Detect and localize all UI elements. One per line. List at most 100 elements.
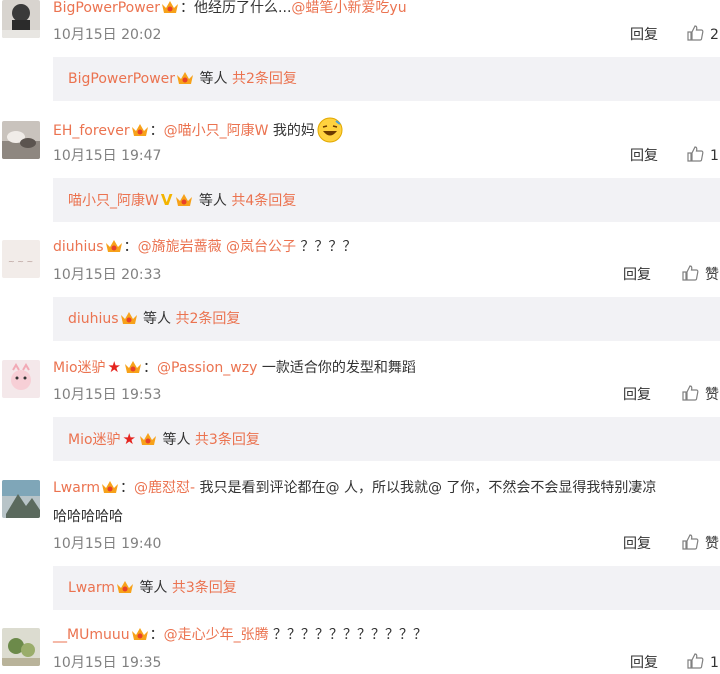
thumbs-up-icon — [682, 534, 699, 550]
sub-reply-bar[interactable]: 喵小只_阿康W V 等人 共4条回复 — [53, 178, 720, 222]
mention-link[interactable]: @喵小只_阿康W — [164, 123, 269, 139]
sub-reply-username[interactable]: 喵小只_阿康W — [68, 193, 159, 209]
avatar[interactable] — [2, 628, 40, 666]
like-button[interactable]: 1 — [686, 652, 719, 674]
reply-button[interactable]: 回复 — [630, 652, 658, 674]
like-count: 2 — [710, 27, 719, 43]
sub-reply-etc: 等人 — [198, 193, 227, 209]
vip-crown-icon — [176, 70, 194, 86]
avatar[interactable]: ~ ~ ~ — [2, 240, 40, 278]
username-link[interactable]: diuhius — [53, 239, 104, 255]
vip-crown-icon — [120, 310, 138, 326]
comment-text: diuhius ：@旖旎岩蔷薇 @岚台公子 ？？？？ — [53, 236, 720, 258]
mention-link[interactable]: @Passion_wzy — [157, 360, 257, 376]
colon: ： — [123, 239, 138, 255]
reply-button[interactable]: 回复 — [623, 533, 651, 555]
vip-crown-icon — [131, 122, 149, 138]
username-link[interactable]: BigPowerPower — [53, 0, 160, 16]
avatar[interactable] — [2, 0, 40, 38]
sub-reply-bar[interactable]: Lwarm 等人 共3条回复 — [53, 566, 720, 610]
like-button[interactable]: 1 — [686, 145, 719, 167]
like-count: 1 — [710, 148, 719, 164]
vip-crown-icon — [116, 579, 134, 595]
username-link[interactable]: __MUmuuu — [53, 627, 130, 643]
comment-body: ？？？？ — [300, 239, 357, 255]
comment-text: BigPowerPower ：他经历了什么...@蜡笔小新爱吃yu — [53, 0, 720, 19]
reply-button[interactable]: 回复 — [630, 145, 658, 167]
username-link[interactable]: Mio迷驴 — [53, 360, 106, 376]
colon: ： — [149, 627, 164, 643]
laughing-emoji-icon — [317, 117, 343, 143]
sub-reply-bar[interactable]: Mio迷驴 ★ 等人 共3条回复 — [53, 417, 720, 461]
comment-body: 我的妈 — [268, 123, 315, 139]
colon: ： — [149, 123, 164, 139]
sub-reply-etc: 等人 — [199, 71, 228, 87]
comment-body: 一款适合你的发型和舞蹈 — [257, 360, 416, 376]
reply-button[interactable]: 回复 — [623, 264, 651, 286]
timestamp: 10月15日 20:02 — [53, 27, 162, 43]
mention-link[interactable]: @走心少年_张腾 — [164, 627, 269, 643]
sub-reply-bar[interactable]: diuhius 等人 共2条回复 — [53, 297, 720, 341]
timestamp: 10月15日 19:53 — [53, 387, 162, 403]
vip-crown-icon — [175, 192, 193, 208]
comment-meta: 10月15日 19:35 回复 1 — [53, 652, 720, 674]
view-replies-link[interactable]: 共3条回复 — [172, 580, 237, 596]
like-button[interactable]: 2 — [686, 24, 719, 46]
view-replies-link[interactable]: 共3条回复 — [195, 432, 260, 448]
sub-reply-username[interactable]: Lwarm — [68, 580, 115, 596]
like-label: 赞 — [705, 387, 719, 403]
like-button[interactable]: 赞 — [681, 533, 719, 555]
thumbs-up-icon — [682, 385, 699, 401]
comment-body: 我只是看到评论都在@ 人，所以我就@ 了你，不然会不会显得我特别凄凉 — [195, 480, 657, 496]
like-count: 1 — [710, 655, 719, 671]
timestamp: 10月15日 19:40 — [53, 536, 162, 552]
thumbs-up-icon — [687, 25, 704, 41]
reply-button[interactable]: 回复 — [623, 384, 651, 406]
view-replies-link[interactable]: 共4条回复 — [231, 193, 296, 209]
avatar[interactable] — [2, 480, 40, 518]
timestamp: 10月15日 19:35 — [53, 655, 162, 671]
view-replies-link[interactable]: 共2条回复 — [176, 311, 241, 327]
mention-link[interactable]: @旖旎岩蔷薇 — [138, 239, 222, 255]
view-replies-link[interactable]: 共2条回复 — [232, 71, 297, 87]
sub-reply-username[interactable]: diuhius — [68, 311, 119, 327]
sub-reply-bar[interactable]: BigPowerPower 等人 共2条回复 — [53, 57, 720, 101]
svg-text:~ ~ ~: ~ ~ ~ — [8, 257, 33, 266]
thumbs-up-icon — [682, 265, 699, 281]
comment-meta: 10月15日 19:40 回复 赞 — [53, 533, 720, 555]
comment-text: EH_forever ：@喵小只_阿康W 我的妈 — [53, 117, 720, 143]
reply-button[interactable]: 回复 — [630, 24, 658, 46]
like-button[interactable]: 赞 — [681, 384, 719, 406]
sub-reply-username[interactable]: Mio迷驴 — [68, 432, 121, 448]
username-link[interactable]: EH_forever — [53, 123, 130, 139]
mention-link[interactable]: @岚台公子 — [226, 239, 296, 255]
verified-v-icon: V — [160, 191, 173, 209]
comment-body: ？？？？？？？？？？？ — [268, 627, 428, 643]
like-label: 赞 — [705, 536, 719, 552]
comment-meta: 10月15日 19:47 回复 1 — [53, 145, 720, 167]
vip-crown-icon — [139, 431, 157, 447]
comment-text: Lwarm ：@鹿怼怼- 我只是看到评论都在@ 人，所以我就@ 了你，不然会不会显… — [53, 477, 720, 499]
vip-crown-icon — [131, 626, 149, 642]
vip-crown-icon — [105, 238, 123, 254]
mention-link[interactable]: @蜡笔小新爱吃yu — [291, 0, 406, 16]
like-button[interactable]: 赞 — [681, 264, 719, 286]
avatar[interactable] — [2, 360, 40, 398]
comment-body: 他经历了什么... — [194, 0, 292, 16]
vip-crown-icon — [161, 0, 179, 15]
comment-meta: 10月15日 20:02 回复 2 — [53, 24, 720, 46]
comment-text: Mio迷驴 ★ ：@Passion_wzy 一款适合你的发型和舞蹈 — [53, 356, 720, 379]
member-star-icon: ★ — [107, 358, 121, 376]
comment-meta: 10月15日 20:33 回复 赞 — [53, 264, 720, 286]
sub-reply-etc: 等人 — [139, 580, 168, 596]
mention-link[interactable]: @鹿怼怼- — [134, 480, 195, 496]
avatar[interactable] — [2, 121, 40, 159]
like-label: 赞 — [705, 267, 719, 283]
comment-meta: 10月15日 19:53 回复 赞 — [53, 384, 720, 406]
sub-reply-etc: 等人 — [162, 432, 191, 448]
username-link[interactable]: Lwarm — [53, 480, 100, 496]
sub-reply-username[interactable]: BigPowerPower — [68, 71, 175, 87]
colon: ： — [119, 480, 134, 496]
comment-text: __MUmuuu ：@走心少年_张腾 ？？？？？？？？？？？ — [53, 624, 720, 646]
timestamp: 10月15日 19:47 — [53, 148, 162, 164]
